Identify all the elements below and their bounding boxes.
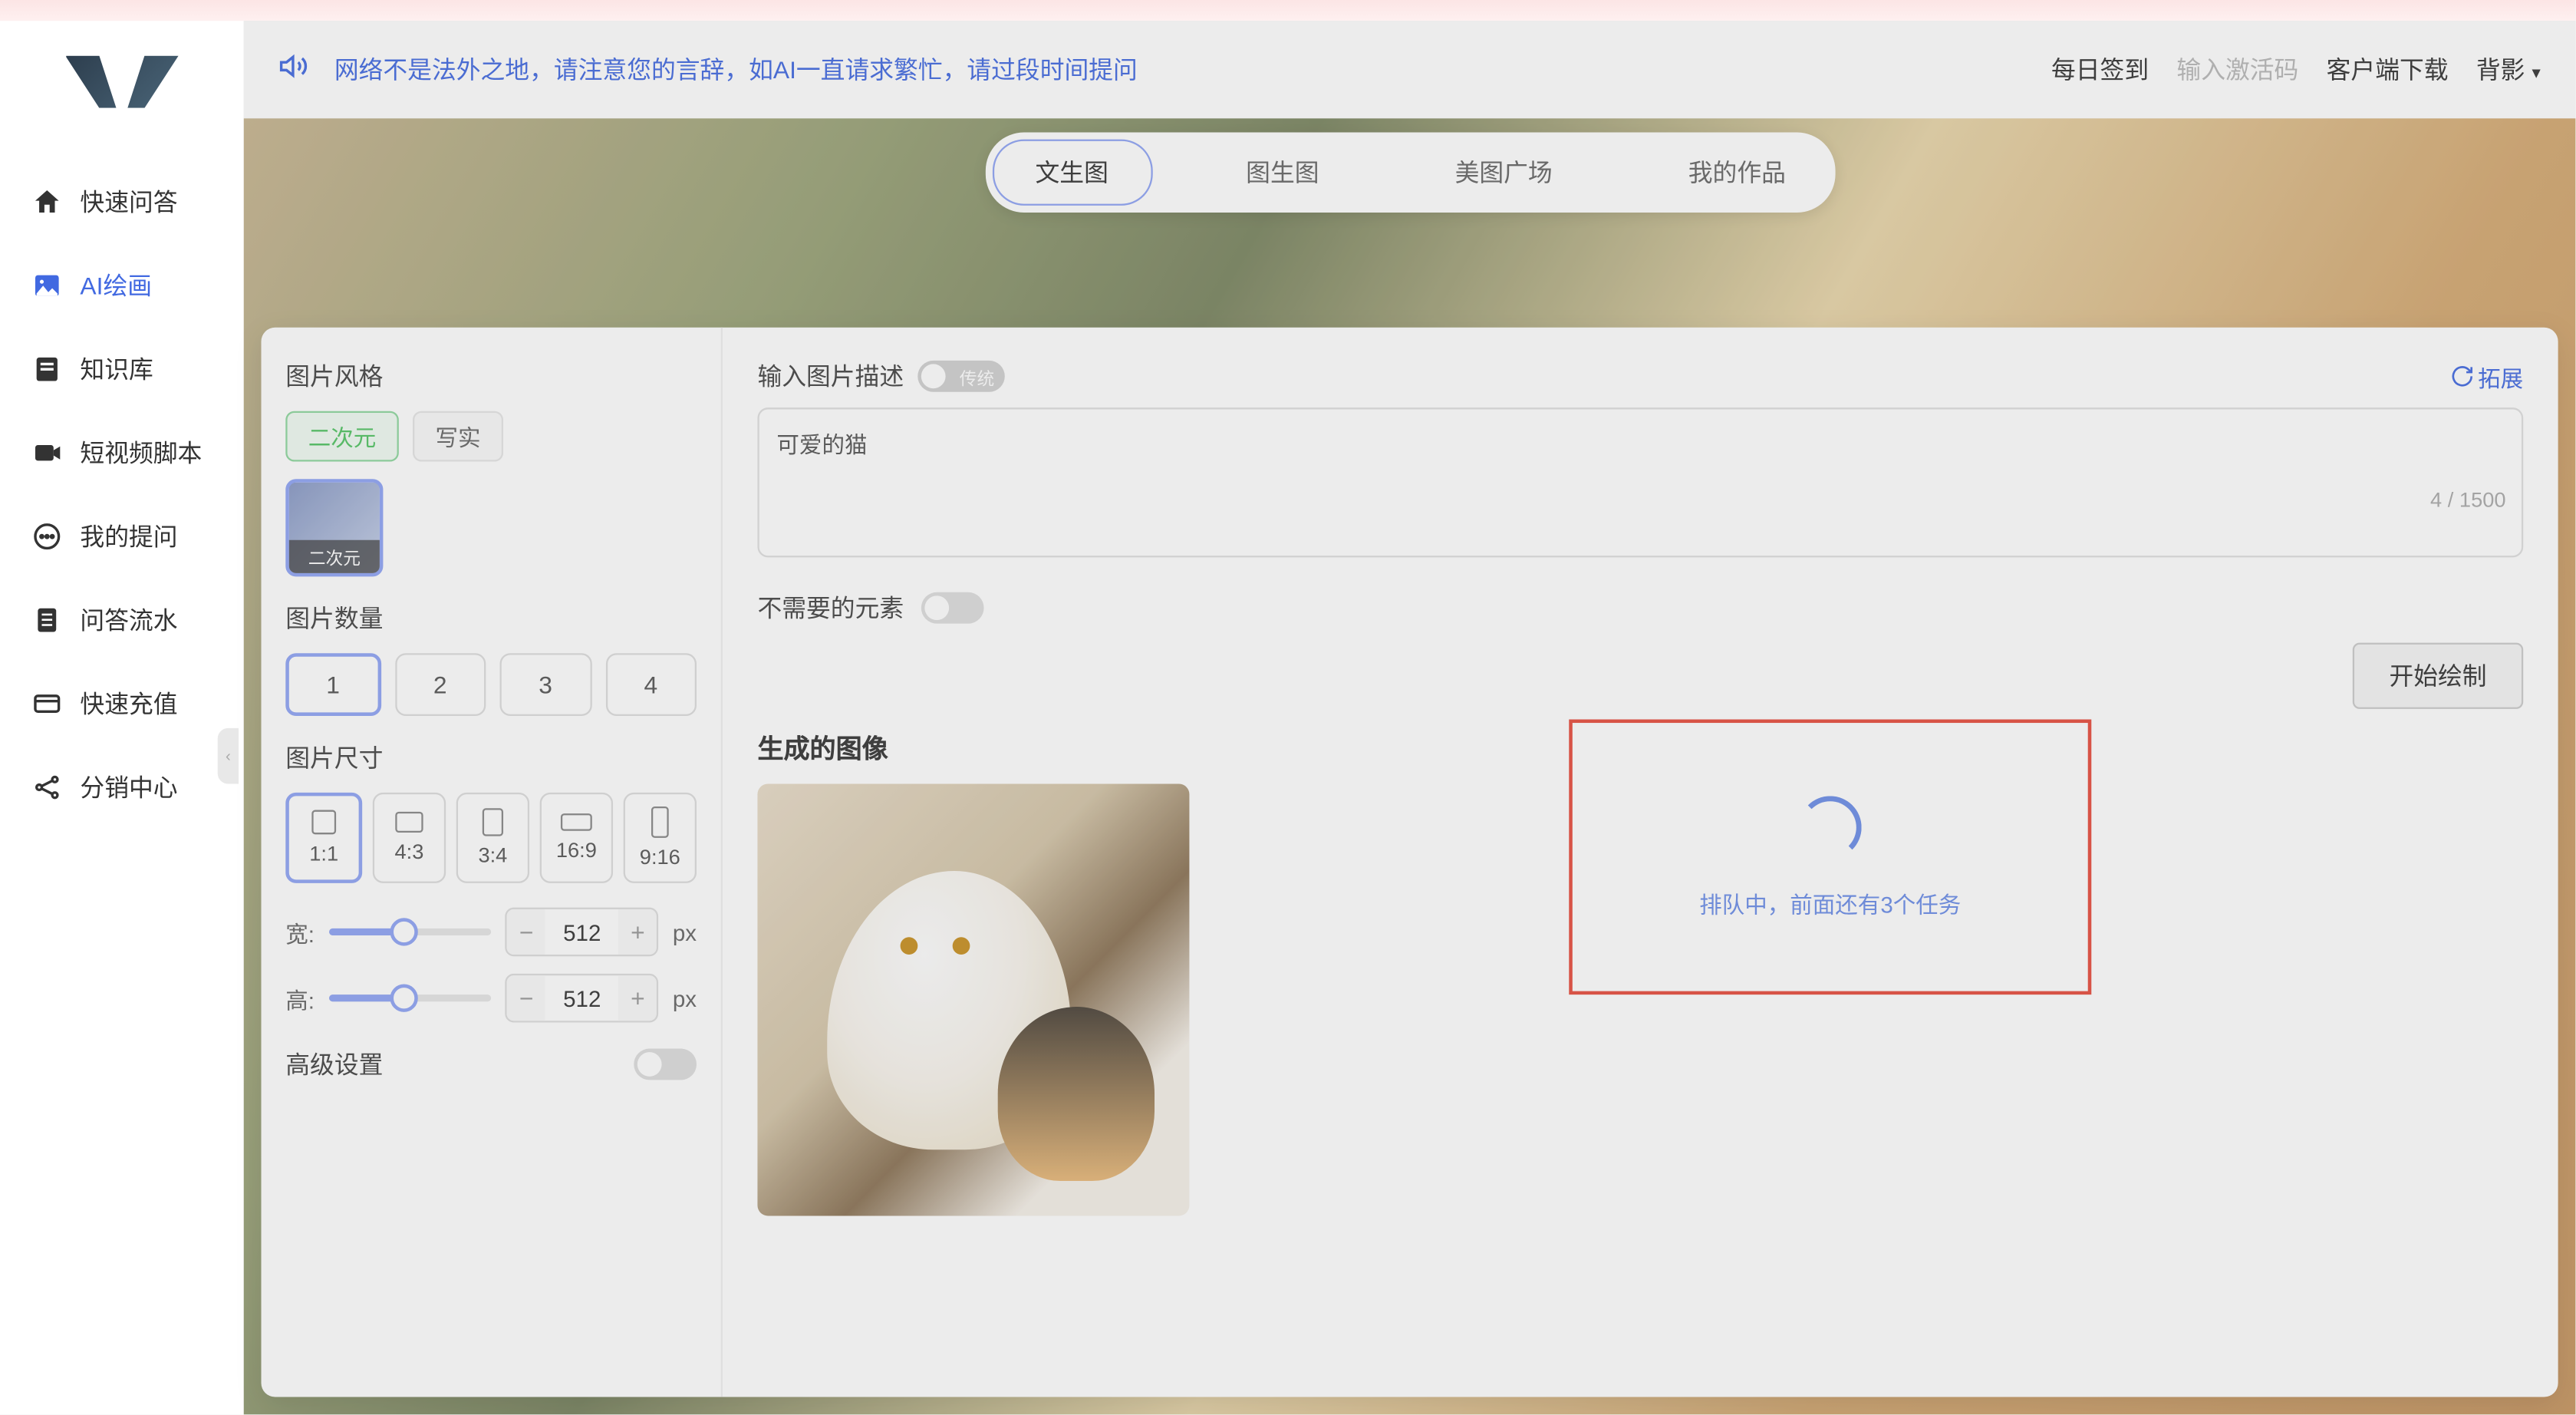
nav-video-script[interactable]: 短视频脚本: [0, 411, 244, 495]
style-label: 图片风格: [285, 359, 697, 394]
count-label: 图片数量: [285, 601, 697, 635]
size-label: 图片尺寸: [285, 740, 697, 775]
generation-panel: 图片风格 二次元 写实 图片数量 1 2 3 4: [262, 328, 2558, 1397]
negative-label: 不需要的元素: [757, 591, 904, 625]
height-unit: px: [673, 985, 697, 1011]
style-thumbnail[interactable]: [285, 479, 383, 576]
generate-button[interactable]: 开始绘制: [2353, 643, 2523, 709]
share-icon: [31, 772, 63, 803]
width-slider[interactable]: [328, 928, 492, 935]
nav-my-questions[interactable]: 我的提问: [0, 495, 244, 579]
list-icon: [31, 605, 63, 636]
height-increment[interactable]: +: [618, 975, 657, 1021]
tab-my-works[interactable]: 我的作品: [1646, 141, 1827, 204]
book-icon: [31, 354, 63, 385]
nav-label: 知识库: [80, 352, 153, 387]
height-decrement[interactable]: −: [507, 975, 545, 1021]
generated-image-1[interactable]: [757, 784, 1189, 1216]
nav-distribution[interactable]: 分销中心: [0, 746, 244, 830]
nav-label: 分销中心: [80, 770, 177, 804]
image-icon: [31, 270, 63, 302]
count-option-4[interactable]: 4: [605, 653, 697, 716]
nav-label: 短视频脚本: [80, 436, 202, 470]
width-value[interactable]: 512: [545, 919, 618, 945]
mode-badge-toggle[interactable]: 传统: [917, 361, 1005, 392]
browser-tab-strip: [0, 0, 2575, 21]
header-bar: 网络不是法外之地，请注意您的言辞，如AI一直请求繁忙，请过段时间提问 每日签到 …: [244, 21, 2576, 118]
background-area: 图片风格 二次元 写实 图片数量 1 2 3 4: [244, 118, 2576, 1414]
notice-text: 网络不是法外之地，请注意您的言辞，如AI一直请求繁忙，请过段时间提问: [334, 52, 1138, 87]
prompt-label: 输入图片描述: [757, 359, 904, 394]
app-logo: [65, 56, 179, 108]
char-count: 4 / 1500: [2430, 488, 2506, 513]
height-slider[interactable]: [328, 994, 492, 1001]
home-icon: [31, 186, 63, 218]
queue-status-overlay: 排队中，前面还有3个任务: [1569, 720, 2091, 995]
mode-tabs: 文生图 图生图 美图广场 我的作品: [985, 133, 1835, 213]
nav-recharge[interactable]: 快速充值: [0, 662, 244, 746]
sidebar: 快速问答 AI绘画 知识库 短视频脚本 我的提问 问答流水: [0, 21, 244, 1414]
count-option-2[interactable]: 2: [394, 653, 486, 716]
queue-text: 排队中，前面还有3个任务: [1699, 886, 1961, 919]
advanced-label: 高级设置: [285, 1047, 383, 1081]
nav-label: 我的提问: [80, 519, 177, 553]
ratio-16-9[interactable]: 16:9: [540, 793, 613, 883]
count-option-1[interactable]: 1: [285, 653, 380, 716]
width-unit: px: [673, 919, 697, 945]
tab-img2img[interactable]: 图生图: [1204, 141, 1361, 204]
height-value[interactable]: 512: [545, 985, 618, 1011]
nav-quick-qa[interactable]: 快速问答: [0, 160, 244, 244]
prompt-input[interactable]: [757, 407, 2523, 557]
style-chip-realistic[interactable]: 写实: [413, 411, 503, 462]
checkin-link[interactable]: 每日签到: [2051, 52, 2149, 87]
sidebar-collapse-handle[interactable]: ‹: [218, 728, 239, 784]
speaker-icon: [278, 50, 310, 90]
refresh-icon: [2450, 364, 2475, 388]
tab-text2img[interactable]: 文生图: [992, 140, 1152, 206]
main-content: 网络不是法外之地，请注意您的言辞，如AI一直请求繁忙，请过段时间提问 每日签到 …: [244, 21, 2576, 1414]
ratio-9-16[interactable]: 9:16: [624, 793, 697, 883]
nav-qa-flow[interactable]: 问答流水: [0, 579, 244, 662]
download-link[interactable]: 客户端下载: [2327, 52, 2449, 87]
loading-spinner-icon: [1799, 795, 1862, 858]
style-chip-anime[interactable]: 二次元: [285, 411, 399, 462]
card-icon: [31, 688, 63, 720]
settings-panel: 图片风格 二次元 写实 图片数量 1 2 3 4: [262, 328, 721, 1397]
nav-ai-paint[interactable]: AI绘画: [0, 244, 244, 328]
nav-label: 快速问答: [80, 185, 177, 219]
ratio-3-4[interactable]: 3:4: [456, 793, 529, 883]
nav-label: 快速充值: [80, 686, 177, 721]
video-icon: [31, 437, 63, 469]
width-label: 宽:: [285, 915, 315, 948]
advanced-toggle[interactable]: [634, 1049, 697, 1080]
expand-link[interactable]: 拓展: [2450, 360, 2523, 393]
negative-toggle[interactable]: [921, 592, 984, 624]
nav-label: 问答流水: [80, 602, 177, 637]
nav-knowledge[interactable]: 知识库: [0, 328, 244, 411]
nav-label: AI绘画: [80, 269, 152, 303]
width-decrement[interactable]: −: [507, 909, 545, 955]
width-increment[interactable]: +: [618, 909, 657, 955]
theme-dropdown[interactable]: 背影: [2476, 52, 2541, 87]
prompt-panel: 输入图片描述 传统 拓展 4 / 1500 不需要的元素: [721, 328, 2558, 1397]
activate-link[interactable]: 输入激活码: [2176, 52, 2298, 87]
ratio-4-3[interactable]: 4:3: [373, 793, 446, 883]
ratio-1-1[interactable]: 1:1: [285, 793, 362, 883]
height-label: 高:: [285, 981, 315, 1014]
chat-icon: [31, 521, 63, 552]
count-option-3[interactable]: 3: [499, 653, 591, 716]
tab-gallery[interactable]: 美图广场: [1413, 141, 1594, 204]
